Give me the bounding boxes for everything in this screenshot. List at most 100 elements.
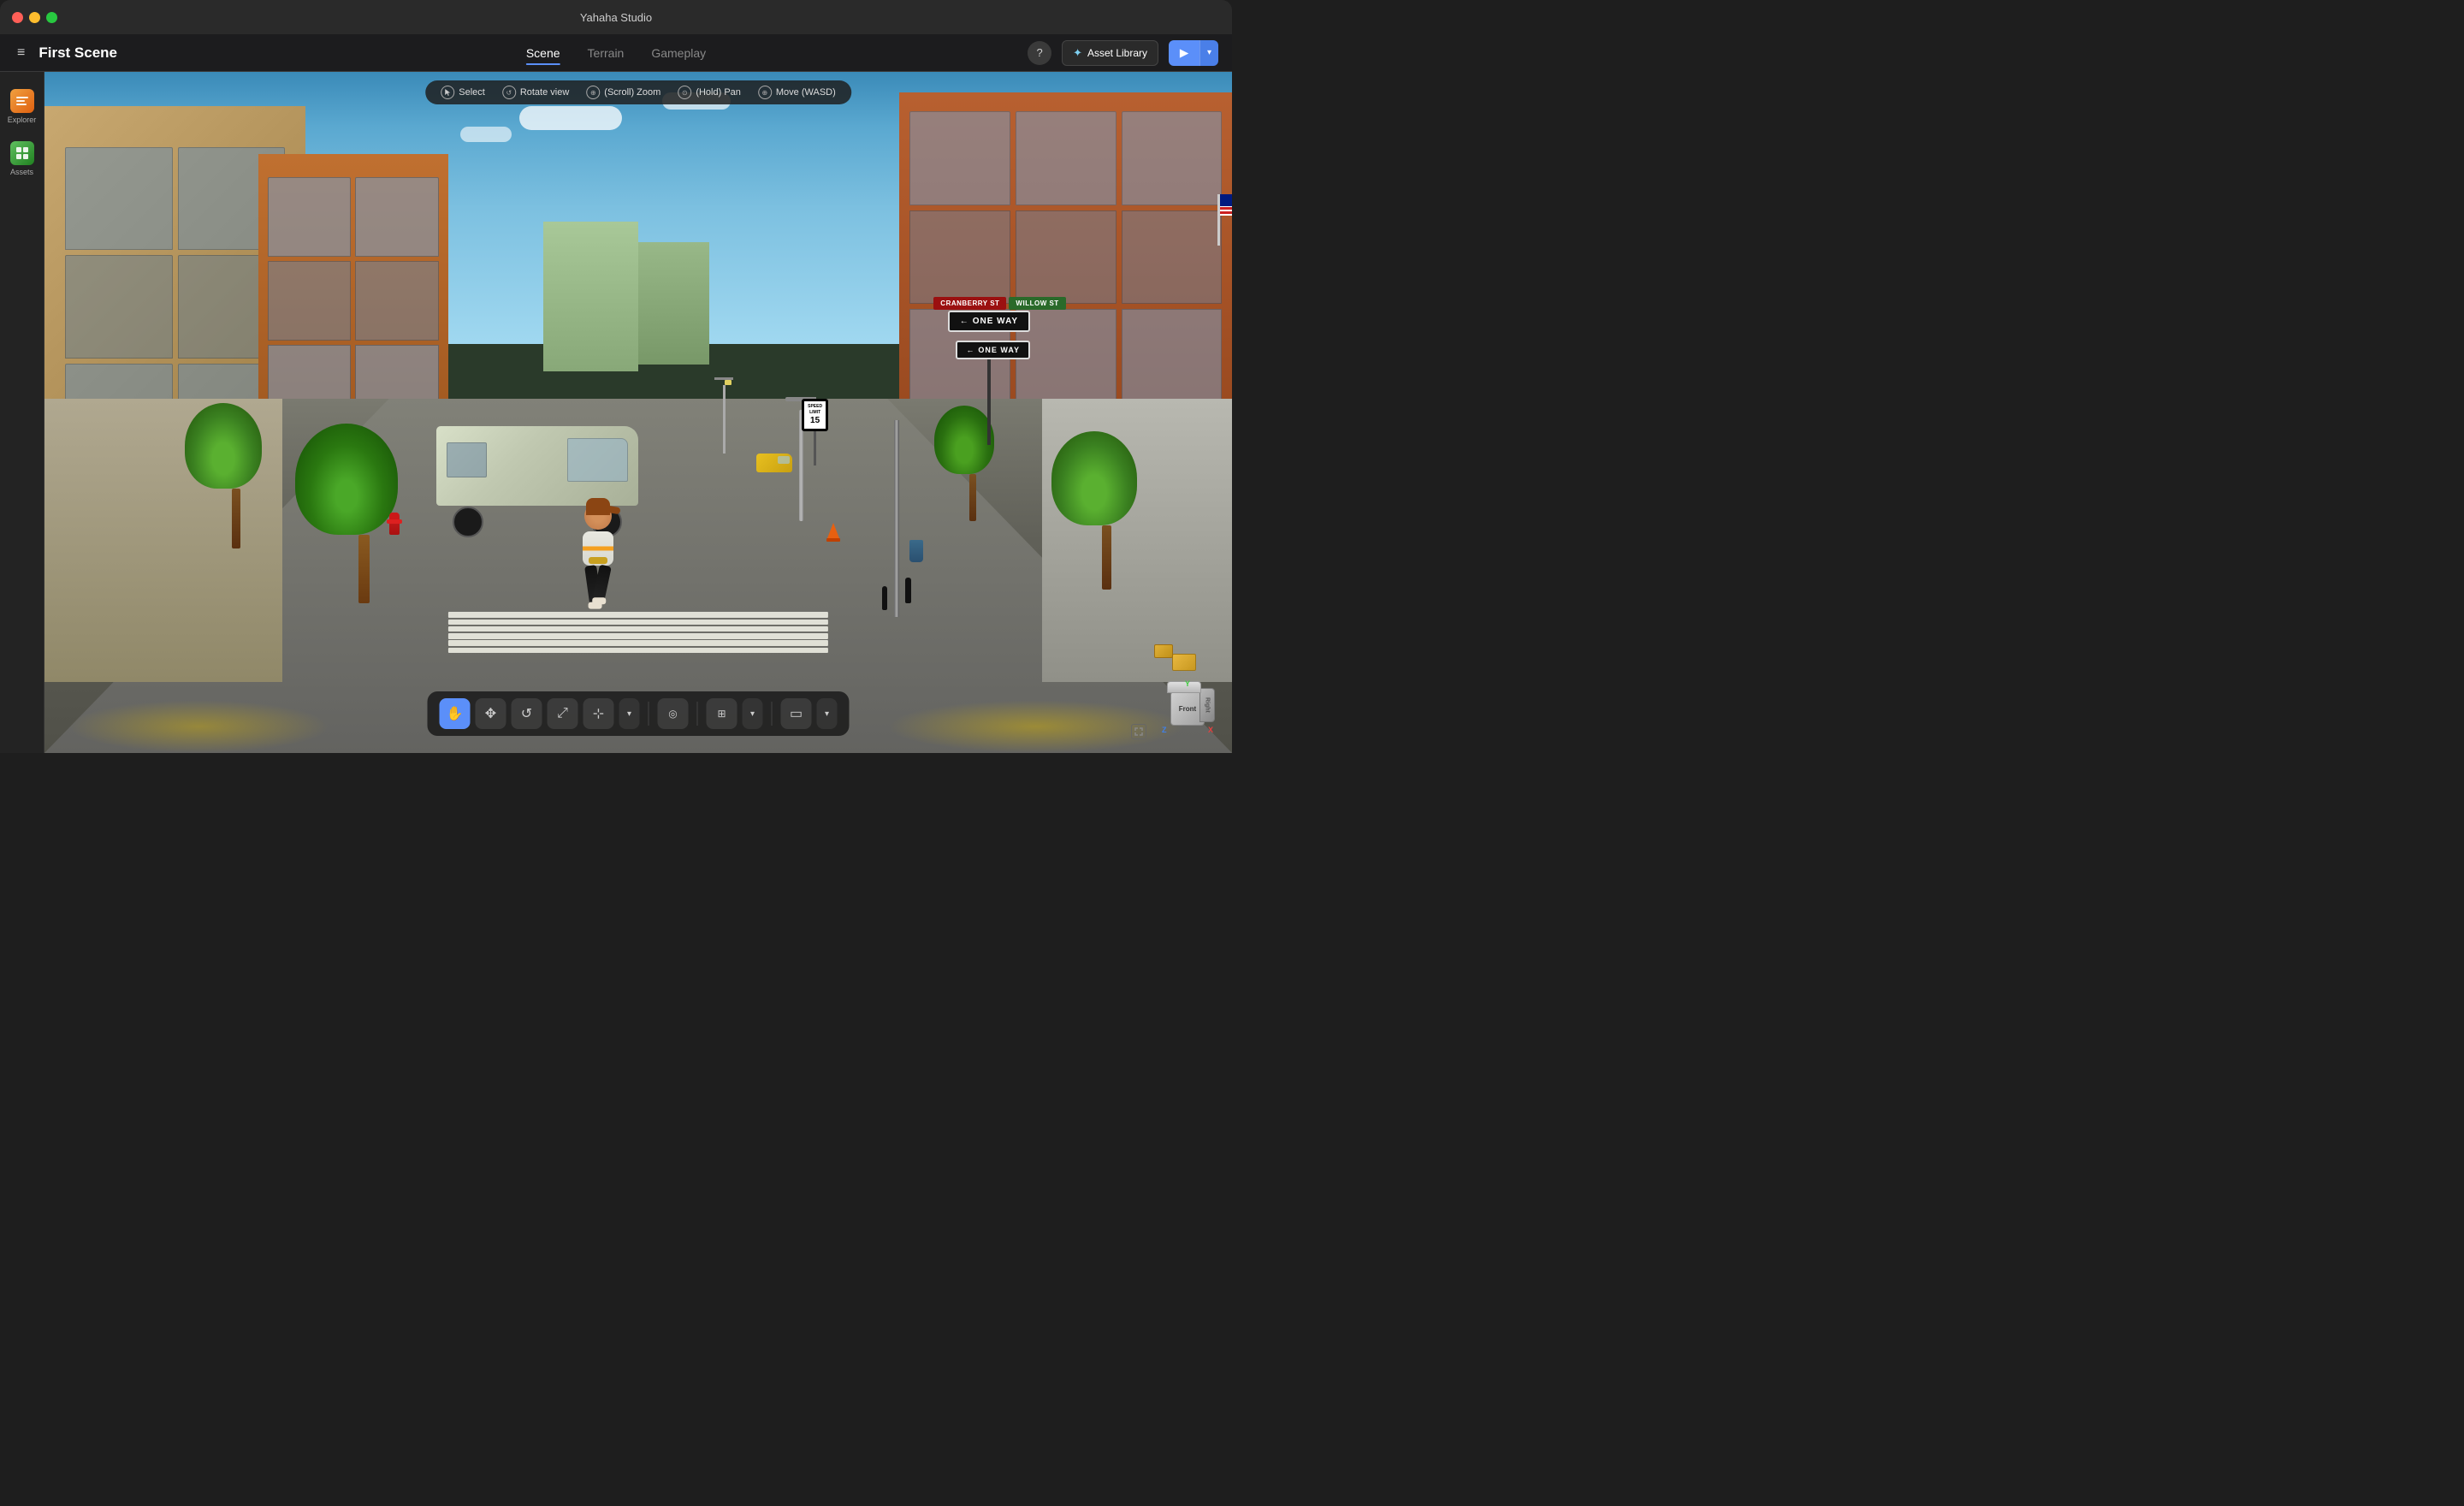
oneway-sign-2: ← ONE WAY <box>956 341 1030 359</box>
assets-icon-wrapper <box>10 141 34 165</box>
tree-canopy-far-left <box>185 403 262 489</box>
box-1 <box>1172 654 1196 671</box>
toolbar-rotate[interactable]: ↺ Rotate view <box>502 86 569 99</box>
move-tool-button[interactable]: ✥ <box>476 698 506 729</box>
oneway-post <box>987 359 991 445</box>
play-dropdown-button[interactable]: ▾ <box>1199 40 1218 66</box>
asset-library-button[interactable]: ✦ Asset Library <box>1062 40 1158 66</box>
speed-number: 15 <box>808 415 822 426</box>
toolbar-pan[interactable]: ⊙ (Hold) Pan <box>678 86 741 99</box>
transform-dropdown[interactable]: ▾ <box>619 698 640 729</box>
close-button[interactable] <box>12 12 23 23</box>
select-label: Select <box>459 87 485 98</box>
van-side-window <box>447 442 487 478</box>
speed-sign-pole <box>814 431 816 465</box>
assets-icon <box>10 141 34 165</box>
window <box>1016 111 1116 205</box>
gizmo-cube[interactable]: Front Right X Y Z <box>1158 679 1218 739</box>
viewport-toolbar: Select ↺ Rotate view ⊕ (Scroll) Zoom ⊙ (… <box>425 80 851 104</box>
toolbar-select[interactable]: Select <box>441 86 485 99</box>
crosswalk-stripe <box>448 640 828 645</box>
maximize-button[interactable] <box>46 12 57 23</box>
minimize-button[interactable] <box>29 12 40 23</box>
transform-tool-button[interactable]: ⊹ <box>583 698 614 729</box>
fanny-pack <box>589 557 607 564</box>
pan-label: (Hold) Pan <box>696 87 741 98</box>
explorer-label: Explorer <box>8 116 37 124</box>
move-icon: ⊕ <box>758 86 772 99</box>
gizmo-front-label: Front <box>1179 705 1196 713</box>
zoom-label: (Scroll) Zoom <box>604 87 660 98</box>
tree-canopy-right <box>1051 431 1137 525</box>
window <box>65 147 172 251</box>
flag-canton <box>1220 194 1232 206</box>
menubar: ≡ First Scene Scene Terrain Gameplay ? ✦… <box>0 34 1232 72</box>
bottom-toolbar: ✋ ✥ ↺ ⤢ ⊹ ▾ ◎ ⊞ ▾ ▭ ▾ <box>428 691 850 736</box>
character-legs <box>583 566 613 613</box>
crosswalk-stripe <box>448 620 828 625</box>
window <box>909 210 1010 305</box>
snap-tool-button[interactable]: ◎ <box>658 698 689 729</box>
scene-background: SPEED LIMIT 15 CRANBERRY ST WILLOW ST ← … <box>44 72 1232 753</box>
help-button[interactable]: ? <box>1028 41 1051 65</box>
tree-canopy-left <box>295 424 398 535</box>
cone-base <box>826 538 840 542</box>
hand-tool-button[interactable]: ✋ <box>440 698 471 729</box>
sidebar-item-explorer[interactable]: Explorer <box>3 82 42 131</box>
van-windshield <box>567 438 628 482</box>
bg-building-center2 <box>638 242 709 365</box>
rotate-label: Rotate view <box>520 87 569 98</box>
grid-tool-button[interactable]: ⊞ <box>707 698 737 729</box>
van-wheel-front <box>453 507 483 537</box>
toolbar-separator-2 <box>697 702 698 726</box>
rotate-tool-button[interactable]: ↺ <box>512 698 542 729</box>
toolbar-zoom[interactable]: ⊕ (Scroll) Zoom <box>586 86 660 99</box>
view-dropdown[interactable]: ▾ <box>817 698 838 729</box>
window-title: Yahaha Studio <box>580 11 652 24</box>
oneway-pole: ← ONE WAY ← ONE WAY <box>948 311 1030 445</box>
fallen-leaves-left <box>68 700 329 753</box>
oneway-sign-1: ← ONE WAY <box>948 311 1030 332</box>
tree-trunk-mid-right <box>969 474 976 521</box>
tree-trunk-far-left <box>232 489 240 548</box>
window <box>65 255 172 359</box>
gizmo-z-axis: Z <box>1162 726 1167 734</box>
window <box>1016 309 1116 403</box>
tree-right <box>1077 431 1137 590</box>
hamburger-button[interactable]: ≡ <box>14 42 28 64</box>
window <box>355 177 438 257</box>
tab-scene[interactable]: Scene <box>526 43 560 63</box>
zoom-icon: ⊕ <box>586 86 600 99</box>
expand-button[interactable] <box>1131 724 1146 739</box>
toolbar-separator-3 <box>772 702 773 726</box>
tab-gameplay[interactable]: Gameplay <box>651 43 706 63</box>
tree-left-front <box>329 424 398 603</box>
tree-trunk-left <box>358 535 370 603</box>
asset-library-star-icon: ✦ <box>1073 46 1082 60</box>
lamppost-pole-far <box>723 385 726 454</box>
crosswalk <box>448 611 828 654</box>
crosswalk-stripe <box>448 648 828 653</box>
nav-tabs: Scene Terrain Gameplay <box>526 43 706 63</box>
toolbar-move[interactable]: ⊕ Move (WASD) <box>758 86 836 99</box>
lamppost-far <box>714 377 733 454</box>
view-tool-button[interactable]: ▭ <box>781 698 812 729</box>
explorer-icon <box>10 89 34 113</box>
tree-trunk-right <box>1102 525 1111 590</box>
window <box>1122 111 1223 205</box>
sidebar-item-assets[interactable]: Assets <box>3 134 42 183</box>
van-body <box>436 426 638 506</box>
cloud-3 <box>460 127 512 142</box>
menubar-right: ? ✦ Asset Library ▶ ▾ <box>1028 40 1218 66</box>
bollard-2 <box>882 586 887 610</box>
tall-pole <box>894 420 899 617</box>
oneway-arrow-2: ← <box>966 346 974 354</box>
character-body <box>583 531 613 566</box>
expand-icon <box>1134 727 1143 736</box>
scale-tool-button[interactable]: ⤢ <box>548 698 578 729</box>
gizmo-right-label: Right <box>1205 697 1211 713</box>
tab-terrain[interactable]: Terrain <box>588 43 625 63</box>
grid-dropdown[interactable]: ▾ <box>743 698 763 729</box>
window <box>1122 210 1223 305</box>
play-button[interactable]: ▶ <box>1169 40 1199 66</box>
